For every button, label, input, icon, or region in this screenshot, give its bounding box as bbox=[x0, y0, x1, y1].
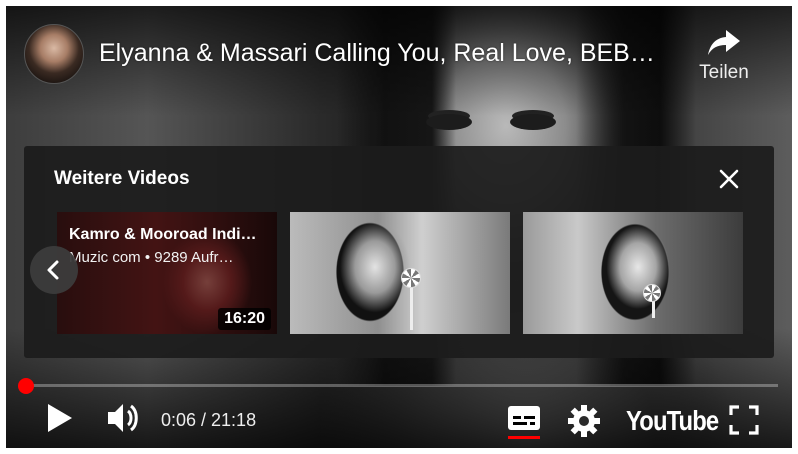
subtitles-button[interactable] bbox=[506, 402, 542, 447]
video-player[interactable]: Elyanna & Massari Calling You, Real Love… bbox=[6, 6, 792, 448]
share-label: Teilen bbox=[699, 62, 749, 83]
suggested-video-title: Kamro & Mooroad Indi… bbox=[69, 226, 257, 243]
duration-badge: 16:20 bbox=[218, 308, 271, 330]
suggested-video-2[interactable] bbox=[290, 212, 510, 334]
thumbnail-decor bbox=[643, 284, 661, 302]
suggested-video-1[interactable]: Kamro & Mooroad Indi… Muzic com • 9289 A… bbox=[57, 212, 277, 334]
share-icon bbox=[708, 30, 740, 55]
more-videos-heading: Weitere Videos bbox=[54, 168, 190, 189]
mute-button[interactable] bbox=[104, 398, 144, 443]
settings-button[interactable] bbox=[566, 403, 602, 444]
time-display: 0:06 / 21:18 bbox=[161, 410, 257, 430]
channel-avatar[interactable] bbox=[24, 24, 84, 84]
thumbnail-decor bbox=[410, 284, 413, 330]
suggested-video-meta: Muzic com • 9289 Aufr… bbox=[69, 249, 234, 266]
play-icon bbox=[48, 404, 72, 432]
fullscreen-icon bbox=[729, 405, 759, 435]
youtube-logo[interactable]: YouTube bbox=[626, 405, 719, 437]
more-videos-panel: Weitere Videos Kamro & Mooroad Indi… Muz… bbox=[24, 146, 774, 358]
fullscreen-button[interactable] bbox=[728, 404, 760, 441]
suggested-video-3[interactable] bbox=[523, 212, 743, 334]
previous-videos-button[interactable] bbox=[30, 246, 78, 294]
progress-scrubber[interactable] bbox=[18, 378, 34, 394]
close-button[interactable] bbox=[714, 164, 744, 194]
progress-bar[interactable] bbox=[20, 384, 778, 387]
play-button[interactable] bbox=[42, 398, 78, 443]
thumbnail-decor bbox=[401, 268, 421, 288]
video-frame-decor bbox=[426, 114, 472, 130]
video-title[interactable]: Elyanna & Massari Calling You, Real Love… bbox=[99, 39, 679, 68]
chevron-left-icon bbox=[47, 260, 59, 280]
volume-icon bbox=[108, 404, 138, 432]
share-button[interactable]: Teilen bbox=[686, 26, 762, 84]
close-icon bbox=[719, 169, 739, 189]
settings-icon bbox=[568, 405, 600, 437]
subtitles-icon bbox=[508, 406, 540, 439]
video-frame-decor bbox=[510, 114, 556, 130]
